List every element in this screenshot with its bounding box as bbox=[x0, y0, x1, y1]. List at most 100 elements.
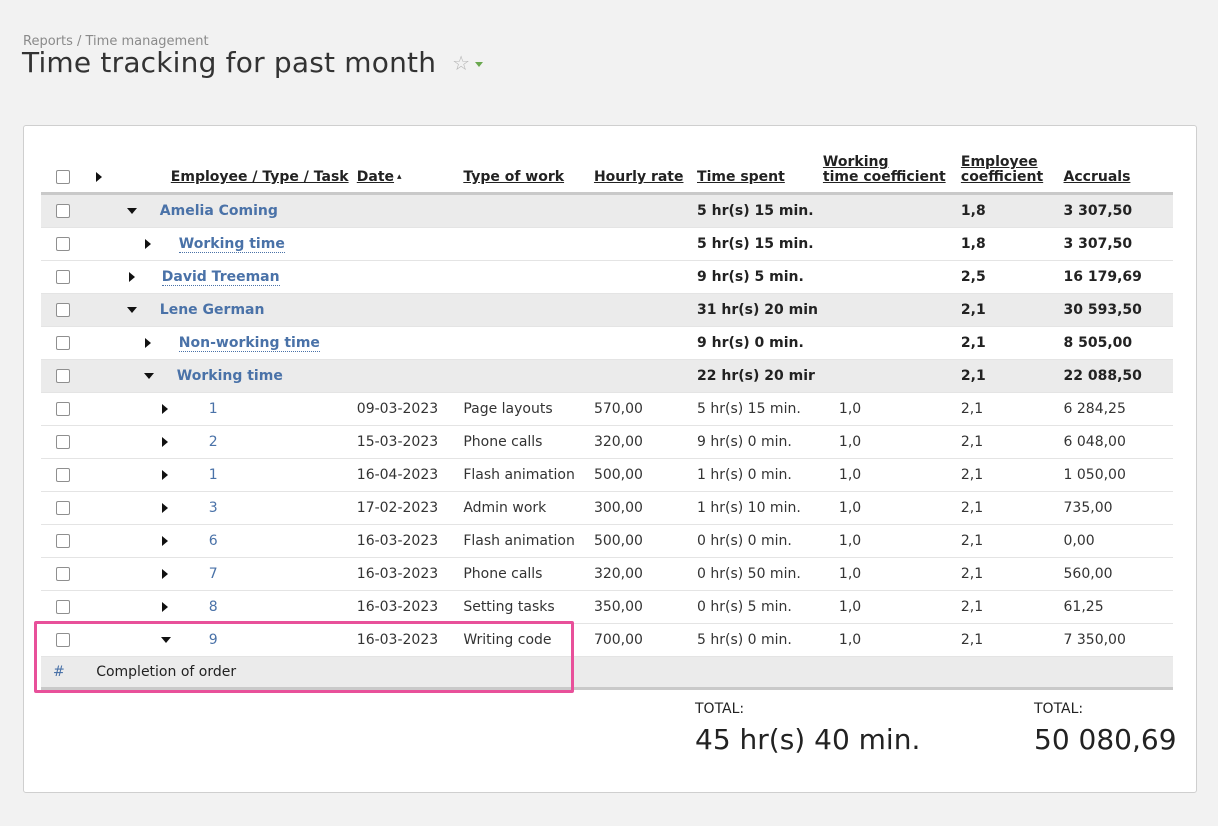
type-cell: Admin work bbox=[463, 491, 594, 525]
table-row[interactable]: 6 16-03-2023 Flash animation 500,00 0 hr… bbox=[41, 524, 1173, 558]
table-row[interactable]: Non-working time 9 hr(s) 0 min. 2,1 8 50… bbox=[41, 326, 1173, 360]
col-working-time-coefficient[interactable]: Working time coefficient bbox=[823, 154, 946, 185]
task-number-link[interactable]: 9 bbox=[209, 632, 218, 648]
row-name-link[interactable]: Lene German bbox=[160, 302, 265, 318]
accruals-cell: 8 505,00 bbox=[1063, 326, 1173, 360]
table-row[interactable]: Working time 5 hr(s) 15 min. 1,8 3 307,5… bbox=[41, 227, 1173, 261]
task-number-link[interactable]: 6 bbox=[209, 533, 218, 549]
expand-icon[interactable] bbox=[161, 437, 168, 447]
row-checkbox[interactable] bbox=[56, 336, 70, 350]
col-hourly-rate[interactable]: Hourly rate bbox=[594, 169, 684, 185]
time-spent-cell: 9 hr(s) 5 min. bbox=[697, 260, 823, 294]
expand-icon[interactable] bbox=[161, 602, 168, 612]
row-checkbox[interactable] bbox=[56, 270, 70, 284]
sort-asc-icon: ▴ bbox=[397, 172, 402, 182]
row-checkbox[interactable] bbox=[56, 567, 70, 581]
expand-icon[interactable] bbox=[161, 536, 168, 546]
emp-coef-cell: 2,1 bbox=[960, 524, 1064, 558]
wtc-cell: 1,0 bbox=[838, 500, 862, 516]
type-cell: Flash animation bbox=[463, 524, 594, 558]
task-number-link[interactable]: 7 bbox=[209, 566, 218, 582]
task-number-link[interactable]: 8 bbox=[209, 599, 218, 615]
caret-down-icon[interactable] bbox=[475, 61, 484, 67]
wtc-cell: 1,0 bbox=[838, 599, 862, 615]
row-checkbox[interactable] bbox=[56, 468, 70, 482]
expand-icon[interactable] bbox=[144, 338, 151, 348]
table-row[interactable]: Amelia Coming 5 hr(s) 15 min. 1,8 3 307,… bbox=[41, 193, 1173, 228]
table-row[interactable]: 8 16-03-2023 Setting tasks 350,00 0 hr(s… bbox=[41, 590, 1173, 624]
table-row[interactable]: Working time 22 hr(s) 20 mir 2,1 22 088,… bbox=[41, 359, 1173, 393]
collapse-icon[interactable] bbox=[160, 637, 171, 643]
expand-icon[interactable] bbox=[128, 272, 135, 282]
col-accruals[interactable]: Accruals bbox=[1064, 169, 1131, 185]
task-number-link[interactable]: 1 bbox=[209, 467, 218, 483]
col-employee-coefficient[interactable]: Employee coefficient bbox=[961, 154, 1043, 185]
collapse-icon[interactable] bbox=[126, 307, 137, 313]
table-row[interactable]: 1 09-03-2023 Page layouts 570,00 5 hr(s)… bbox=[41, 392, 1173, 426]
row-checkbox[interactable] bbox=[56, 402, 70, 416]
comment-hash-icon: # bbox=[53, 664, 65, 680]
task-number-link[interactable]: 1 bbox=[209, 401, 218, 417]
row-checkbox[interactable] bbox=[56, 435, 70, 449]
expand-all-icon[interactable] bbox=[95, 172, 102, 182]
row-name-link[interactable]: Working time bbox=[177, 368, 283, 384]
table-row[interactable]: 3 17-02-2023 Admin work 300,00 1 hr(s) 1… bbox=[41, 491, 1173, 525]
rate-cell: 700,00 bbox=[593, 623, 698, 657]
row-name-link[interactable]: Working time bbox=[178, 236, 285, 253]
col-type-of-work[interactable]: Type of work bbox=[463, 169, 564, 185]
rate-cell: 320,00 bbox=[593, 425, 698, 459]
task-number-link[interactable]: 3 bbox=[209, 500, 218, 516]
col-employee[interactable]: Employee / Type / Task bbox=[171, 169, 349, 185]
accruals-cell: 1 050,00 bbox=[1063, 458, 1173, 492]
table-row[interactable]: 1 16-04-2023 Flash animation 500,00 1 hr… bbox=[41, 458, 1173, 492]
row-checkbox[interactable] bbox=[56, 204, 70, 218]
wtc-cell: 1,0 bbox=[838, 434, 862, 450]
accruals-cell: 3 307,50 bbox=[1063, 193, 1173, 228]
collapse-icon[interactable] bbox=[143, 373, 154, 379]
time-spent-cell: 0 hr(s) 50 min. bbox=[697, 557, 823, 591]
emp-coef-cell: 2,1 bbox=[960, 458, 1064, 492]
star-icon[interactable]: ☆ bbox=[452, 53, 470, 73]
date-cell: 16-04-2023 bbox=[356, 458, 464, 492]
col-ec-line1: Employee bbox=[960, 154, 1038, 170]
table-row[interactable]: 7 16-03-2023 Phone calls 320,00 0 hr(s) … bbox=[41, 557, 1173, 591]
row-checkbox[interactable] bbox=[56, 633, 70, 647]
accruals-cell: 61,25 bbox=[1063, 590, 1173, 624]
row-checkbox[interactable] bbox=[56, 534, 70, 548]
table-row[interactable]: 9 16-03-2023 Writing code 700,00 5 hr(s)… bbox=[41, 623, 1173, 657]
row-checkbox[interactable] bbox=[56, 303, 70, 317]
task-number-link[interactable]: 2 bbox=[209, 434, 218, 450]
row-checkbox[interactable] bbox=[56, 369, 70, 383]
expand-icon[interactable] bbox=[144, 239, 151, 249]
expand-icon[interactable] bbox=[161, 470, 168, 480]
expand-icon[interactable] bbox=[161, 569, 168, 579]
time-spent-cell: 31 hr(s) 20 min bbox=[697, 293, 823, 327]
collapse-icon[interactable] bbox=[126, 208, 137, 214]
row-checkbox[interactable] bbox=[56, 600, 70, 614]
table-row[interactable]: David Treeman 9 hr(s) 5 min. 2,5 16 179,… bbox=[41, 260, 1173, 294]
title-row: Time tracking for past month ☆ bbox=[22, 46, 484, 79]
col-time-spent[interactable]: Time spent bbox=[697, 169, 785, 185]
total-time-label: TOTAL: bbox=[695, 701, 745, 717]
type-cell: Flash animation bbox=[463, 458, 594, 492]
wtc-cell: 1,0 bbox=[838, 401, 862, 417]
table-row[interactable]: 2 15-03-2023 Phone calls 320,00 9 hr(s) … bbox=[41, 425, 1173, 459]
expand-icon[interactable] bbox=[161, 404, 168, 414]
time-spent-cell: 5 hr(s) 15 min. bbox=[697, 392, 823, 426]
row-checkbox[interactable] bbox=[56, 501, 70, 515]
row-name-link[interactable]: Amelia Coming bbox=[160, 203, 278, 219]
col-date[interactable]: Date bbox=[357, 169, 394, 185]
accruals-cell: 6 284,25 bbox=[1063, 392, 1173, 426]
expand-icon[interactable] bbox=[161, 503, 168, 513]
select-all-checkbox[interactable] bbox=[56, 170, 70, 184]
table-row[interactable]: Lene German 31 hr(s) 20 min 2,1 30 593,5… bbox=[41, 293, 1173, 327]
date-cell: 16-03-2023 bbox=[356, 524, 464, 558]
row-name-link[interactable]: David Treeman bbox=[161, 269, 280, 286]
type-cell: Writing code bbox=[463, 623, 594, 657]
emp-coef-cell: 2,1 bbox=[960, 293, 1064, 327]
row-name-link[interactable]: Non-working time bbox=[178, 335, 320, 352]
report-table: Employee / Type / Task Date ▴ Type of wor… bbox=[41, 144, 1173, 690]
rate-cell: 320,00 bbox=[593, 557, 698, 591]
row-checkbox[interactable] bbox=[56, 237, 70, 251]
comment-row: # Completion of order bbox=[41, 656, 1173, 690]
